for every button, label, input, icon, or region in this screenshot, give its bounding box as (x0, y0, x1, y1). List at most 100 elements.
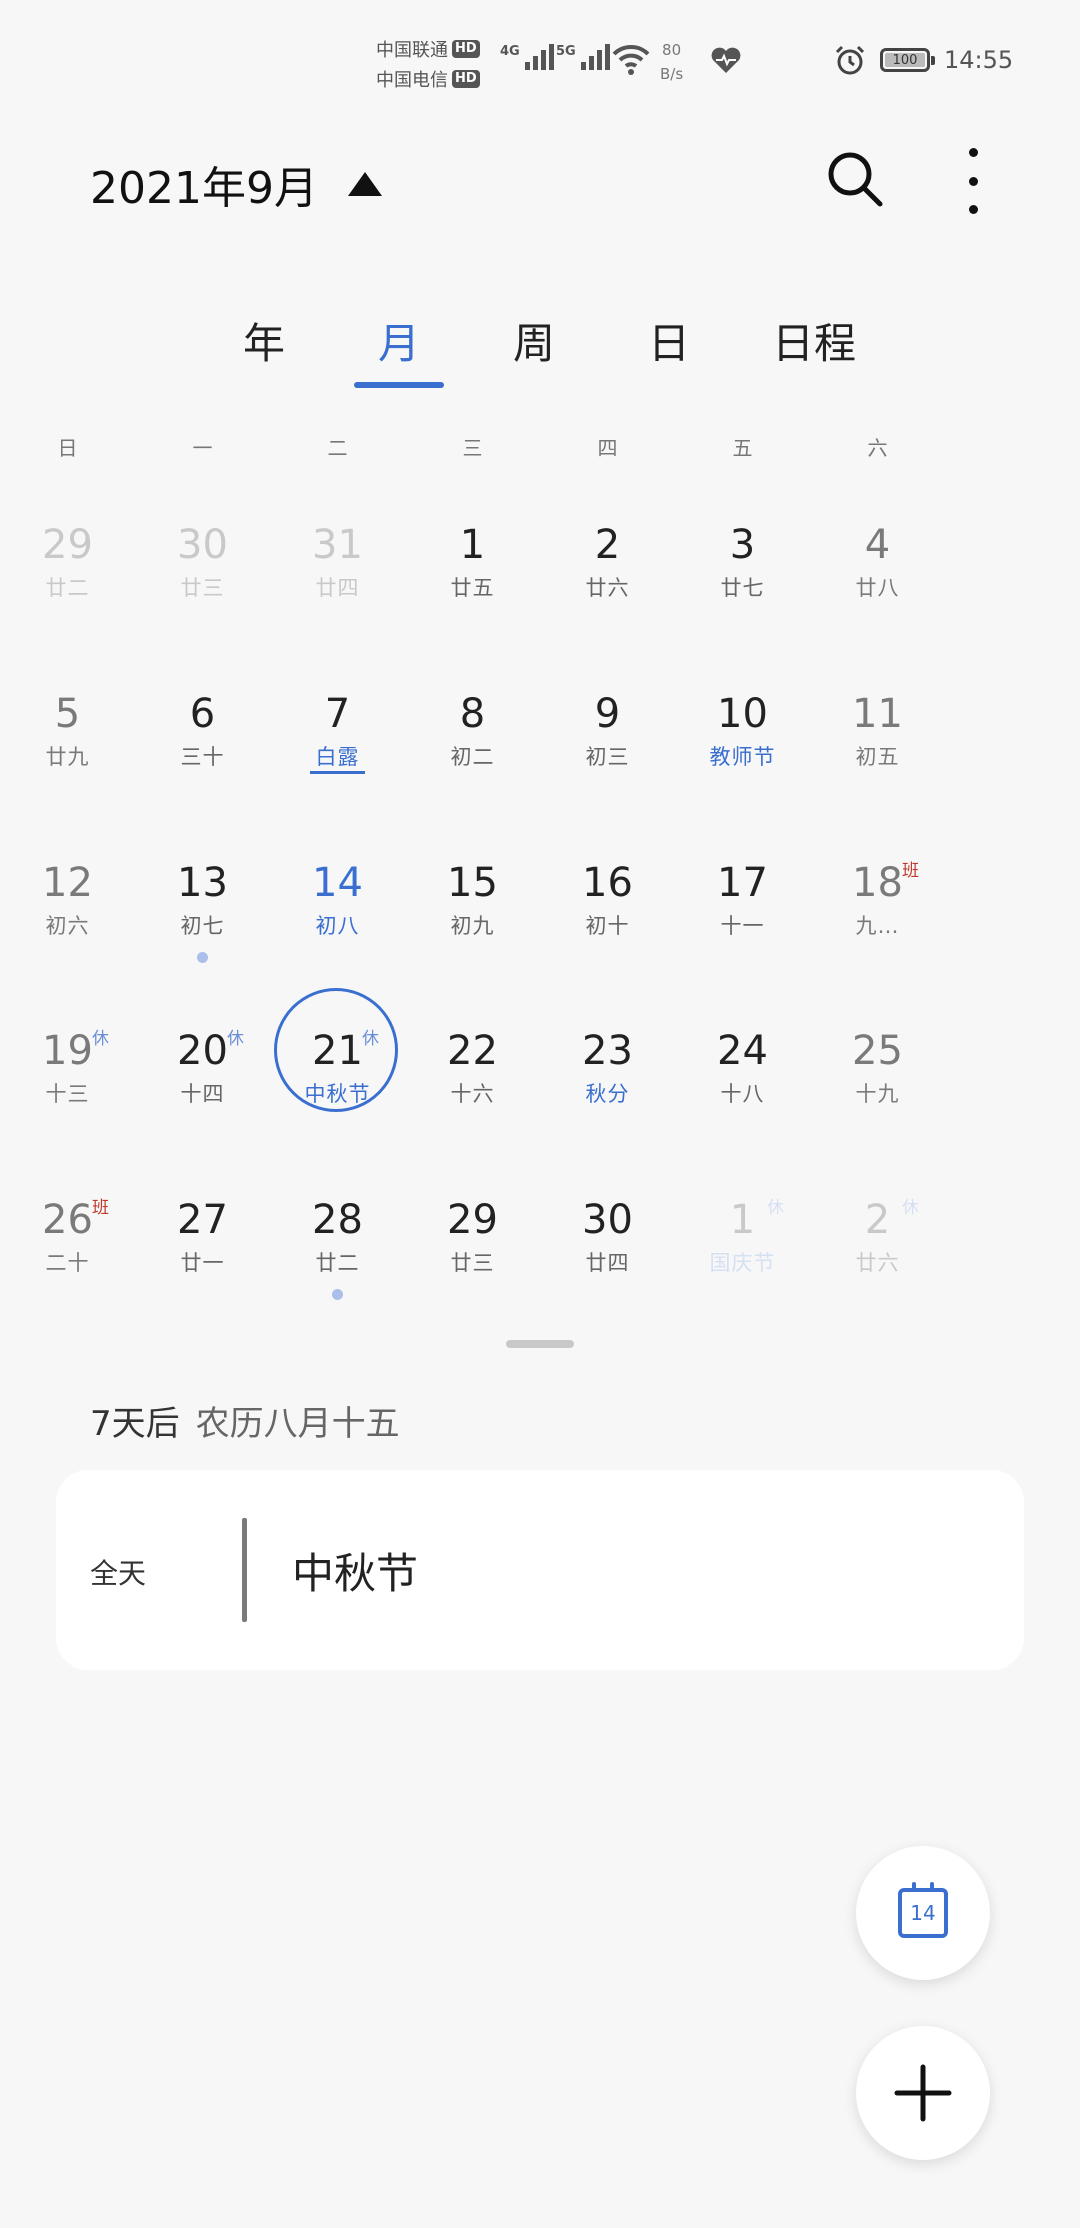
lunar-label: 九… (855, 914, 900, 938)
add-event-button[interactable] (856, 2026, 990, 2160)
day-cell[interactable]: 14 初八 (270, 858, 405, 1008)
day-cell[interactable]: 6 三十 (135, 689, 270, 839)
caret-up-icon (347, 172, 382, 196)
drag-handle[interactable] (506, 1340, 574, 1348)
holiday-rest-badge: 休 (92, 1029, 109, 1049)
day-number: 20 (177, 1028, 228, 1074)
lunar-label: 廿六 (855, 1251, 900, 1275)
day-cell[interactable]: 12 初六 (0, 858, 135, 1008)
day-number: 2 (594, 522, 621, 568)
day-cell[interactable]: 1 廿五 (405, 520, 540, 670)
lunar-label: 初二 (450, 745, 495, 769)
month-selector[interactable]: 2021年9月 (90, 152, 382, 216)
battery-icon: 100 (880, 48, 935, 72)
day-number: 11 (852, 691, 903, 737)
tab-week[interactable]: 周 (513, 310, 555, 371)
day-cell[interactable]: 27 廿一 (135, 1195, 270, 1345)
day-number: 8 (459, 691, 486, 737)
day-cell[interactable]: 5 廿九 (0, 689, 135, 839)
day-cell[interactable]: 10 教师节 (675, 689, 810, 839)
lunar-label: 教师节 (709, 745, 776, 769)
day-number: 25 (852, 1028, 903, 1074)
lunar-label: 十三 (45, 1082, 90, 1106)
day-cell[interactable]: 23 秋分 (540, 1026, 675, 1176)
lunar-label: 廿四 (585, 1251, 630, 1275)
tab-year[interactable]: 年 (243, 310, 285, 371)
lunar-label: 廿二 (315, 1251, 360, 1275)
day-cell[interactable]: 2 廿六 休 (810, 1195, 945, 1345)
day-cell[interactable]: 20 十四 休 (135, 1026, 270, 1176)
lunar-label: 十九 (855, 1082, 900, 1106)
lunar-label: 三十 (180, 745, 225, 769)
day-number: 2 (864, 1197, 891, 1243)
workday-badge: 班 (902, 861, 919, 881)
signal-5g-icon: 5G (556, 44, 610, 70)
day-cell[interactable]: 31 廿四 (270, 520, 405, 670)
day-cell[interactable]: 29 廿三 (405, 1195, 540, 1345)
lunar-label: 十八 (720, 1082, 765, 1106)
day-cell[interactable]: 25 十九 (810, 1026, 945, 1176)
day-number: 1 (729, 1197, 756, 1243)
day-number: 28 (312, 1197, 363, 1243)
tab-month[interactable]: 月 (378, 310, 420, 371)
day-number: 21 (312, 1028, 363, 1074)
day-cell[interactable]: 4 廿八 (810, 520, 945, 670)
hd-badge: HD (452, 70, 480, 88)
day-cell[interactable]: 9 初三 (540, 689, 675, 839)
carrier-2: 中国电信 (376, 70, 448, 91)
day-cell[interactable]: 29 廿二 (0, 520, 135, 670)
event-allday-label: 全天 (90, 1557, 147, 1590)
day-cell[interactable]: 2 廿六 (540, 520, 675, 670)
calendar-today-icon: 14 (898, 1882, 948, 1938)
workday-badge: 班 (92, 1198, 109, 1218)
day-cell[interactable]: 19 十三 休 (0, 1026, 135, 1176)
lunar-label: 初三 (585, 745, 630, 769)
day-cell[interactable]: 11 初五 (810, 689, 945, 839)
day-cell[interactable]: 1 国庆节 休 (675, 1195, 810, 1345)
day-cell[interactable]: 30 廿三 (135, 520, 270, 670)
day-cell[interactable]: 24 十八 (675, 1026, 810, 1176)
weekday-label: 四 (597, 436, 618, 460)
holiday-rest-badge: 休 (902, 1198, 919, 1218)
weekday-label: 六 (867, 436, 888, 460)
day-cell[interactable]: 18 九… 班 (810, 858, 945, 1008)
event-card[interactable]: 全天 中秋节 (56, 1470, 1024, 1670)
health-heart-icon (711, 47, 741, 73)
day-cell[interactable]: 13 初七 (135, 858, 270, 1008)
tab-schedule[interactable]: 日程 (772, 310, 856, 371)
plus-icon (894, 2064, 952, 2122)
more-options-icon[interactable] (960, 148, 986, 214)
day-cell[interactable]: 28 廿二 (270, 1195, 405, 1345)
weekday-label: 三 (462, 436, 483, 460)
wifi-icon (612, 44, 650, 75)
lunar-label: 廿四 (315, 576, 360, 600)
lunar-label: 二十 (45, 1251, 90, 1275)
page-title: 2021年9月 (90, 163, 318, 214)
weekday-label: 二 (327, 436, 348, 460)
view-tabs: 年 月 周 日 日程 (0, 310, 1080, 390)
holiday-rest-badge: 休 (362, 1029, 379, 1049)
day-cell[interactable]: 21 中秋节 休 (270, 988, 405, 1176)
day-cell[interactable]: 30 廿四 (540, 1195, 675, 1345)
day-number: 18 (852, 860, 903, 906)
day-cell[interactable]: 8 初二 (405, 689, 540, 839)
search-icon[interactable] (824, 148, 886, 210)
lunar-label: 初十 (585, 914, 630, 938)
lunar-label: 初九 (450, 914, 495, 938)
tab-day[interactable]: 日 (648, 310, 690, 371)
day-cell[interactable]: 15 初九 (405, 858, 540, 1008)
lunar-label: 廿一 (180, 1251, 225, 1275)
day-cell[interactable]: 3 廿七 (675, 520, 810, 670)
day-cell[interactable]: 16 初十 (540, 858, 675, 1008)
today-button[interactable]: 14 (856, 1846, 990, 1980)
lunar-label: 秋分 (585, 1082, 630, 1106)
day-cell[interactable]: 17 十一 (675, 858, 810, 1008)
weekday-header: 日 一 二 三 四 五 六 (0, 432, 1080, 462)
day-cell[interactable]: 26 二十 班 (0, 1195, 135, 1345)
day-cell[interactable]: 7 白露 (270, 689, 405, 839)
day-number: 17 (717, 860, 768, 906)
day-cell[interactable]: 22 十六 (405, 1026, 540, 1176)
day-number: 6 (189, 691, 216, 737)
event-color-bar (242, 1518, 247, 1622)
day-number: 22 (447, 1028, 498, 1074)
